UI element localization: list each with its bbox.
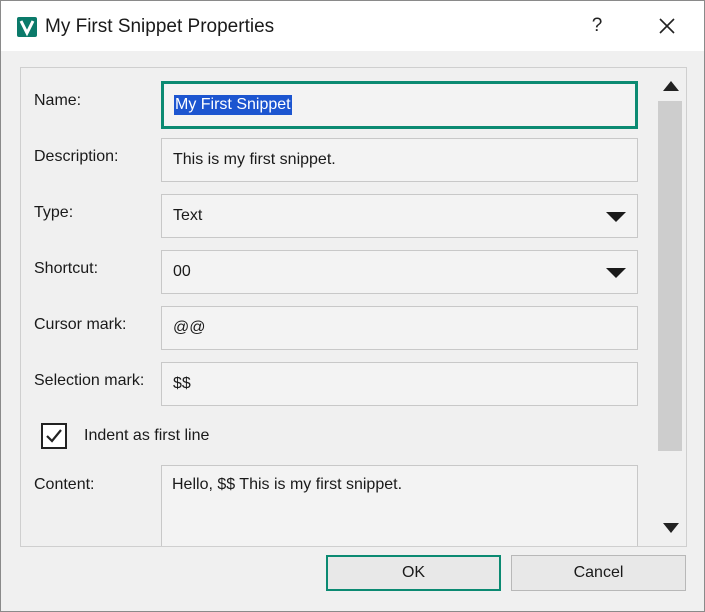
- triangle-up-icon: [663, 81, 679, 91]
- ok-label: OK: [401, 564, 426, 581]
- cursor-mark-label: Cursor mark:: [34, 316, 127, 333]
- cursor-mark-input[interactable]: @@: [161, 306, 638, 350]
- properties-dialog: My First Snippet Properties ? Name: My F…: [0, 0, 705, 612]
- cancel-button[interactable]: Cancel: [511, 555, 686, 591]
- chevron-down-icon: [606, 268, 626, 278]
- selection-mark-label: Selection mark:: [34, 372, 145, 389]
- scroll-thumb[interactable]: [658, 101, 682, 451]
- form-scroll-area: Name: My First Snippet Description: This…: [21, 68, 655, 546]
- triangle-down-icon: [663, 523, 679, 533]
- question-icon: ?: [591, 15, 603, 36]
- cancel-label: Cancel: [573, 564, 624, 581]
- name-label: Name:: [34, 92, 82, 109]
- selection-mark-input[interactable]: $$: [161, 362, 638, 406]
- description-label: Description:: [34, 148, 119, 165]
- ok-button[interactable]: OK: [326, 555, 501, 591]
- description-input[interactable]: This is my first snippet.: [161, 138, 638, 182]
- scroll-down-button[interactable]: [661, 518, 681, 538]
- indent-checkbox[interactable]: [41, 423, 67, 449]
- cursor-mark-value: @@: [173, 319, 206, 336]
- name-input[interactable]: My First Snippet: [161, 81, 638, 129]
- properties-panel: Name: My First Snippet Description: This…: [20, 67, 687, 547]
- selection-mark-value: $$: [173, 375, 191, 392]
- name-value: My First Snippet: [174, 95, 292, 115]
- type-value: Text: [173, 207, 203, 224]
- help-button[interactable]: ?: [574, 9, 620, 43]
- close-button[interactable]: [644, 9, 690, 43]
- shortcut-select[interactable]: 00: [161, 250, 638, 294]
- close-icon: [659, 18, 675, 34]
- chevron-down-icon: [606, 212, 626, 222]
- type-select[interactable]: Text: [161, 194, 638, 238]
- content-label: Content:: [34, 476, 95, 493]
- vertical-scrollbar[interactable]: [655, 68, 685, 546]
- description-value: This is my first snippet.: [173, 151, 336, 168]
- content-value: Hello, $$ This is my first snippet.: [172, 476, 403, 493]
- scroll-up-button[interactable]: [661, 76, 681, 96]
- shortcut-label: Shortcut:: [34, 260, 99, 277]
- app-logo-icon: [17, 17, 37, 37]
- indent-label: Indent as first line: [84, 427, 210, 444]
- window-title: My First Snippet Properties: [45, 16, 275, 37]
- title-bar: My First Snippet Properties ?: [1, 1, 704, 51]
- content-textarea[interactable]: Hello, $$ This is my first snippet.: [161, 465, 638, 546]
- shortcut-value: 00: [173, 263, 191, 280]
- checkmark-icon: [46, 429, 62, 443]
- type-label: Type:: [34, 204, 74, 221]
